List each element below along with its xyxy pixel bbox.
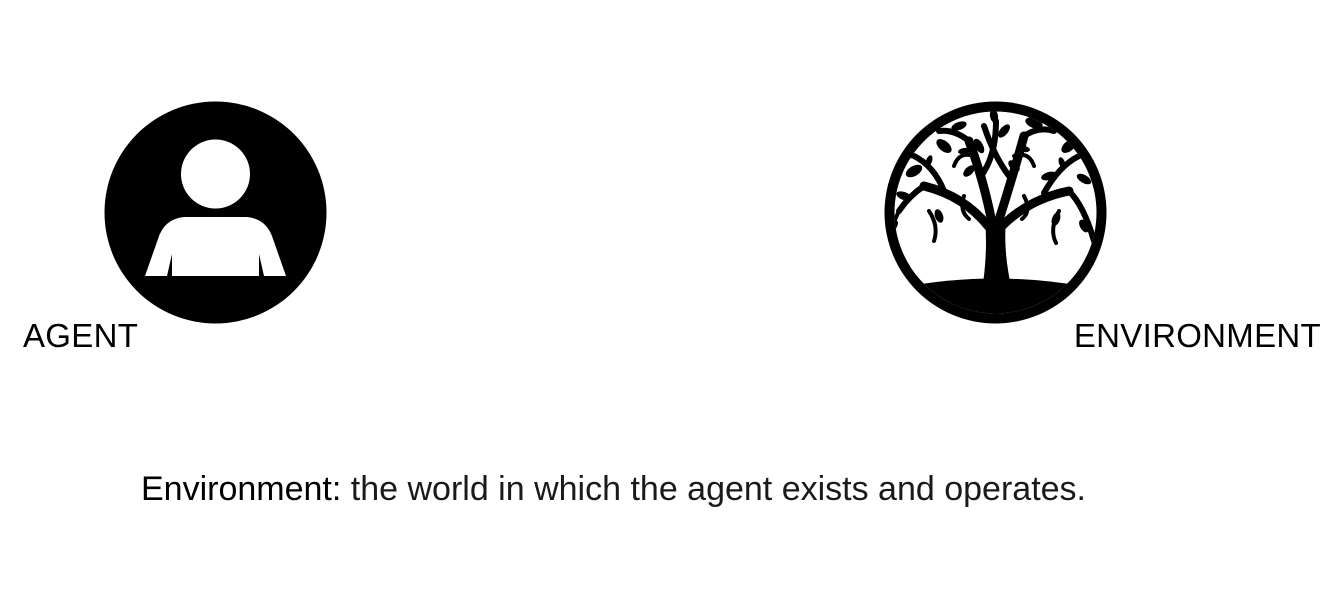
person-icon bbox=[104, 101, 327, 324]
definition-text: Environment: the world in which the agen… bbox=[141, 468, 1086, 510]
definition-separator: : bbox=[331, 470, 342, 508]
environment-label: ENVIRONMENT bbox=[1073, 317, 1321, 354]
slide: AGENT ENVIRONMENT Environment: the world… bbox=[0, 0, 1337, 604]
tree-icon bbox=[884, 101, 1107, 324]
agent-node bbox=[104, 101, 327, 324]
definition-description: the world in which the agent exists and … bbox=[341, 470, 1086, 508]
environment-node bbox=[884, 101, 1107, 324]
agent-label: AGENT bbox=[23, 317, 139, 354]
definition-term: Environment bbox=[141, 470, 332, 508]
